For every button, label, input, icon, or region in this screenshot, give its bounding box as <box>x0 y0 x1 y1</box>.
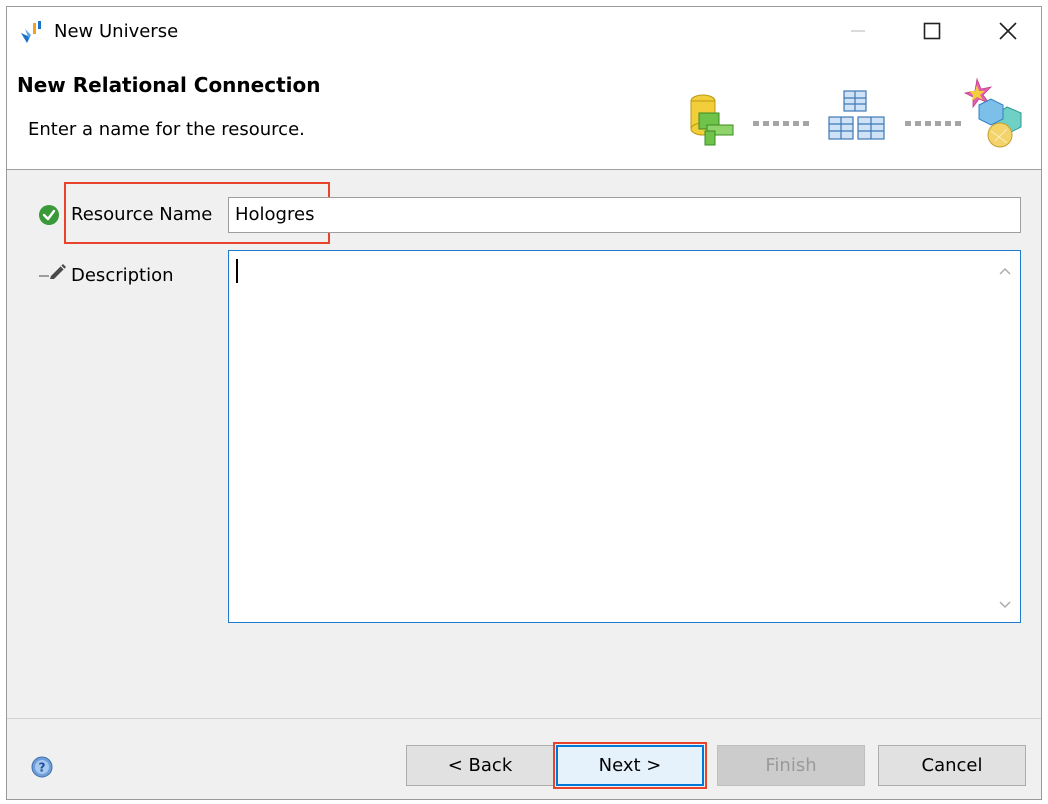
description-textarea[interactable] <box>228 250 1021 623</box>
title-bar: New Universe <box>7 7 1041 55</box>
database-connection-icon <box>690 94 734 146</box>
maximize-button[interactable] <box>909 13 955 49</box>
wizard-header: New Relational Connection Enter a name f… <box>7 55 1041 170</box>
scroll-down-icon[interactable] <box>998 595 1012 614</box>
page-title: New Relational Connection <box>17 73 321 97</box>
svg-text:?: ? <box>39 761 46 775</box>
finish-button: Finish <box>717 745 865 786</box>
minimize-button[interactable] <box>835 13 881 49</box>
new-universe-dialog: New Universe New Relational Connection E… <box>6 6 1042 800</box>
text-caret <box>236 259 238 283</box>
resource-name-label: Resource Name <box>71 204 213 225</box>
description-label: Description <box>71 265 174 286</box>
close-button[interactable] <box>985 13 1031 49</box>
back-button[interactable]: < Back <box>406 745 554 786</box>
check-icon <box>38 204 60 230</box>
universe-shapes-icon <box>963 77 1022 148</box>
pencil-icon <box>39 260 67 284</box>
help-icon[interactable]: ? <box>31 756 53 778</box>
window-title: New Universe <box>54 21 179 42</box>
scroll-up-icon[interactable] <box>998 261 1012 280</box>
resource-name-field[interactable]: Hologres <box>228 197 1021 233</box>
page-subtitle: Enter a name for the resource. <box>28 119 305 140</box>
app-icon <box>19 21 43 43</box>
form-area: Resource Name Hologres Description <box>7 170 1041 718</box>
cancel-button[interactable]: Cancel <box>878 745 1026 786</box>
tables-icon <box>828 90 885 140</box>
highlight-box-next <box>553 742 707 789</box>
dialog-footer: ? < Back Next > Finish Cancel <box>7 718 1041 799</box>
wizard-steps <box>677 67 1037 157</box>
